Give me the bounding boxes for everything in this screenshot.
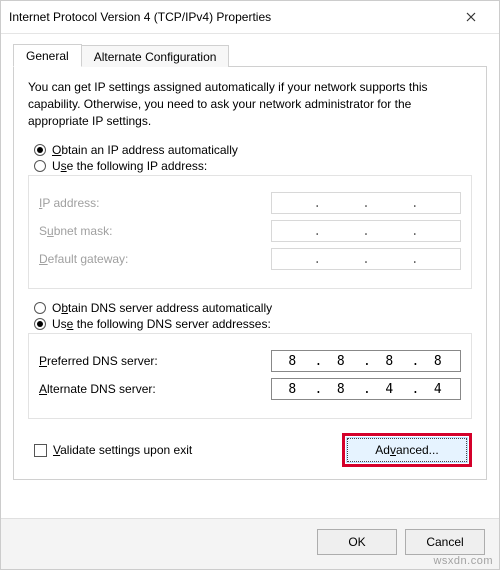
radio-dns-auto[interactable]: Obtain DNS server address automatically (34, 301, 472, 315)
checkbox-label: Validate settings upon exit (53, 443, 192, 457)
input-alternate-dns[interactable]: 8. 8. 4. 4 (271, 378, 461, 400)
ok-button[interactable]: OK (317, 529, 397, 555)
radio-icon (34, 160, 46, 172)
radio-label: Obtain DNS server address automatically (52, 301, 272, 315)
window-title: Internet Protocol Version 4 (TCP/IPv4) P… (9, 10, 451, 24)
radio-icon (34, 318, 46, 330)
dialog-body: General Alternate Configuration You can … (1, 34, 499, 518)
advanced-highlight: Advanced... (342, 433, 472, 467)
tab-alternate[interactable]: Alternate Configuration (81, 45, 230, 67)
radio-label: Obtain an IP address automatically (52, 143, 238, 157)
checkbox-icon (34, 444, 47, 457)
input-ip-address: ... (271, 192, 461, 214)
description-text: You can get IP settings assigned automat… (28, 79, 472, 129)
row-gateway: Default gateway: ... (39, 248, 461, 270)
radio-dns-use[interactable]: Use the following DNS server addresses: (34, 317, 472, 331)
tabstrip: General Alternate Configuration (13, 42, 487, 66)
radio-ip-use[interactable]: Use the following IP address: (34, 159, 472, 173)
titlebar: Internet Protocol Version 4 (TCP/IPv4) P… (1, 1, 499, 34)
label-preferred-dns: Preferred DNS server: (39, 354, 261, 368)
input-gateway: ... (271, 248, 461, 270)
bottom-row: Validate settings upon exit Advanced... (28, 433, 472, 467)
input-preferred-dns[interactable]: 8. 8. 8. 8 (271, 350, 461, 372)
radio-label: Use the following DNS server addresses: (52, 317, 271, 331)
row-alternate-dns: Alternate DNS server: 8. 8. 4. 4 (39, 378, 461, 400)
label-subnet: Subnet mask: (39, 224, 261, 238)
radio-label: Use the following IP address: (52, 159, 207, 173)
dialog-footer: OK Cancel (1, 518, 499, 569)
radio-icon (34, 302, 46, 314)
label-gateway: Default gateway: (39, 252, 261, 266)
tab-general[interactable]: General (13, 44, 82, 67)
cancel-button[interactable]: Cancel (405, 529, 485, 555)
group-ip-fields: IP address: ... Subnet mask: ... Default… (28, 175, 472, 289)
dialog-window: Internet Protocol Version 4 (TCP/IPv4) P… (0, 0, 500, 570)
radio-icon (34, 144, 46, 156)
close-icon (466, 9, 476, 25)
close-button[interactable] (451, 1, 491, 33)
input-subnet: ... (271, 220, 461, 242)
row-ip-address: IP address: ... (39, 192, 461, 214)
label-ip-address: IP address: (39, 196, 261, 210)
row-preferred-dns: Preferred DNS server: 8. 8. 8. 8 (39, 350, 461, 372)
label-alternate-dns: Alternate DNS server: (39, 382, 261, 396)
group-dns-fields: Preferred DNS server: 8. 8. 8. 8 Alterna… (28, 333, 472, 419)
row-subnet: Subnet mask: ... (39, 220, 461, 242)
advanced-button[interactable]: Advanced... (347, 438, 467, 462)
checkbox-validate[interactable]: Validate settings upon exit (34, 443, 192, 457)
tab-content-general: You can get IP settings assigned automat… (13, 66, 487, 480)
radio-ip-auto[interactable]: Obtain an IP address automatically (34, 143, 472, 157)
